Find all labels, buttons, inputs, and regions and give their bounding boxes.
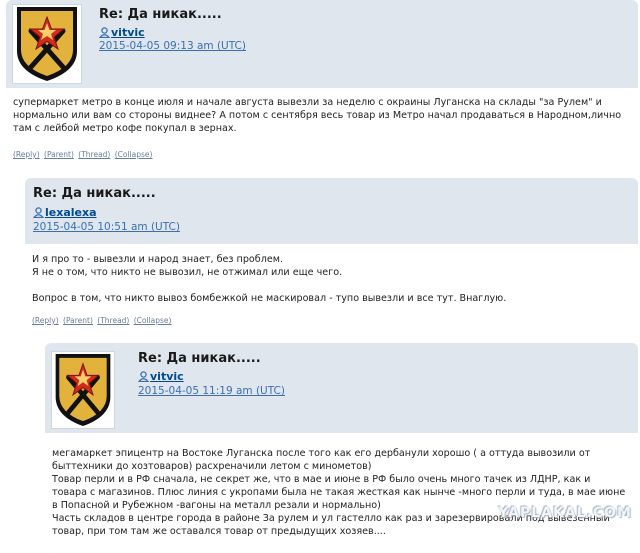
avatar[interactable] bbox=[51, 351, 115, 429]
text-line: И я про то - вывезли и народ знает, без … bbox=[32, 254, 284, 265]
comment-date-link[interactable]: 2015-04-05 09:13 am (UTC) bbox=[99, 40, 246, 52]
reply-link[interactable]: (Reply) bbox=[13, 150, 40, 159]
user-line: vitvic bbox=[99, 26, 145, 39]
soviet-star-emblem-icon bbox=[55, 353, 111, 427]
comment-text: мегамаркет эпицентр на Востоке Луганска … bbox=[52, 447, 627, 538]
parent-link[interactable]: (Parent) bbox=[63, 316, 93, 325]
parent-link[interactable]: (Parent) bbox=[44, 150, 74, 159]
collapse-link[interactable]: (Collapse) bbox=[134, 316, 172, 325]
comment-text: супермаркет метро в конце июля и начале … bbox=[13, 97, 622, 134]
comment-date-link[interactable]: 2015-04-05 11:19 am (UTC) bbox=[138, 385, 285, 397]
comment-actions: (Reply) (Parent) (Thread) (Collapse) bbox=[13, 150, 154, 159]
comment-2: Re: Да никак..... lexalexa 2015-04-05 10… bbox=[25, 178, 638, 334]
thread-link[interactable]: (Thread) bbox=[97, 316, 129, 325]
avatar[interactable] bbox=[12, 4, 82, 84]
thread-link[interactable]: (Thread) bbox=[78, 150, 110, 159]
user-line: vitvic bbox=[138, 370, 184, 383]
text-line: Вопрос в том, что никто вывоз бомбежкой … bbox=[32, 293, 507, 304]
collapse-link[interactable]: (Collapse) bbox=[115, 150, 153, 159]
comment-actions: (Reply) (Parent) (Thread) (Collapse) bbox=[32, 316, 173, 325]
user-icon bbox=[33, 207, 44, 218]
username-link[interactable]: vitvic bbox=[111, 26, 145, 39]
reply-link[interactable]: (Reply) bbox=[32, 316, 59, 325]
comment-body: мегамаркет эпицентр на Востоке Луганска … bbox=[45, 433, 638, 553]
comment-body: И я про то - вывезли и народ знает, без … bbox=[25, 244, 638, 334]
username-link[interactable]: lexalexa bbox=[45, 206, 97, 219]
username-link[interactable]: vitvic bbox=[150, 370, 184, 383]
comment-1: Re: Да никак..... vitvic 2015-04-05 09:1… bbox=[6, 0, 638, 168]
soviet-star-emblem-icon bbox=[17, 7, 77, 81]
user-icon bbox=[138, 371, 149, 382]
text-line bbox=[32, 279, 628, 292]
watermark: YAPLAKAL.COM bbox=[498, 505, 632, 521]
text-line: Я не о том, что никто не вывозил, не отж… bbox=[32, 267, 343, 278]
comment-text: И я про то - вывезли и народ знает, без … bbox=[32, 253, 628, 305]
user-icon bbox=[99, 27, 110, 38]
comment-title: Re: Да никак..... bbox=[33, 186, 156, 201]
comment-title: Re: Да никак..... bbox=[138, 351, 261, 366]
comment-body: супермаркет метро в конце июля и начале … bbox=[6, 88, 638, 168]
comment-3: Re: Да никак..... vitvic 2015-04-05 11:1… bbox=[45, 343, 638, 553]
comment-date-link[interactable]: 2015-04-05 10:51 am (UTC) bbox=[33, 221, 180, 233]
comment-title: Re: Да никак..... bbox=[99, 7, 222, 22]
user-line: lexalexa bbox=[33, 206, 97, 219]
text-line: мегамаркет эпицентр на Востоке Луганска … bbox=[52, 448, 591, 472]
